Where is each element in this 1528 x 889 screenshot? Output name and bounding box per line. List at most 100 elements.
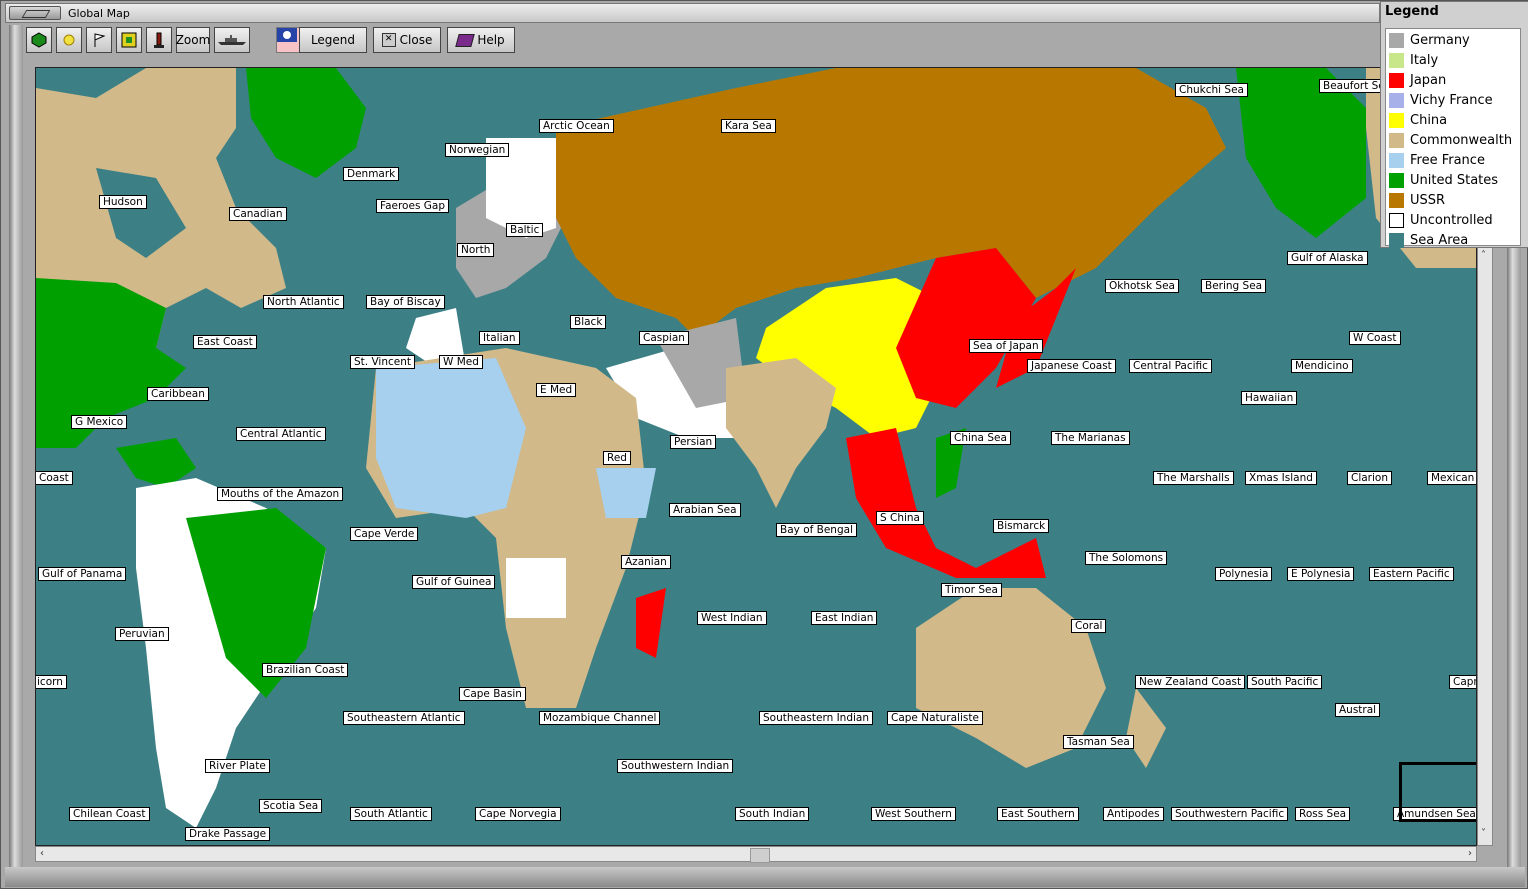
hex-button[interactable] <box>26 27 52 53</box>
map-label[interactable]: Bering Sea <box>1201 279 1267 293</box>
map-label[interactable]: Bay of Bengal <box>776 523 857 537</box>
map-label[interactable]: West Southern <box>871 807 956 821</box>
map-label[interactable]: Gulf of Guinea <box>412 575 496 589</box>
map-label[interactable]: W Med <box>439 355 483 369</box>
map-label[interactable]: North Atlantic <box>263 295 344 309</box>
map-label[interactable]: East Indian <box>811 611 878 625</box>
map-label[interactable]: Hudson <box>99 195 147 209</box>
map-label[interactable]: W Coast <box>1349 331 1401 345</box>
close-button[interactable]: ✕ Close <box>373 27 441 53</box>
map-label[interactable]: Chilean Coast <box>69 807 150 821</box>
map-label[interactable]: Arabian Sea <box>669 503 741 517</box>
map-label[interactable]: South Indian <box>735 807 810 821</box>
scroll-left-icon[interactable]: ‹ <box>40 848 44 859</box>
map-label[interactable]: Capr <box>1449 675 1476 689</box>
map-label[interactable]: Bismarck <box>993 519 1050 533</box>
system-menu-button[interactable] <box>9 6 61 20</box>
map-label[interactable]: Timor Sea <box>941 583 1002 597</box>
map-label[interactable]: Southwestern Indian <box>617 759 734 773</box>
map-label[interactable]: Drake Passage <box>185 827 271 841</box>
map-label[interactable]: Norwegian <box>445 143 510 157</box>
map-label[interactable]: Gulf of Panama <box>38 567 127 581</box>
map-label[interactable]: Azanian <box>621 555 671 569</box>
map-label[interactable]: Southwestern Pacific <box>1171 807 1289 821</box>
map-label[interactable]: Cape Norvegia <box>475 807 561 821</box>
map-label[interactable]: New Zealand Coast <box>1135 675 1246 689</box>
map-label[interactable]: Cape Verde <box>350 527 419 541</box>
map-label[interactable]: North <box>457 243 495 257</box>
map-label[interactable]: East Coast <box>193 335 257 349</box>
map-label[interactable]: Caribbean <box>147 387 209 401</box>
map-label[interactable]: Mendicino <box>1291 359 1353 373</box>
map-label[interactable]: Red <box>603 451 631 465</box>
map-label[interactable]: Polynesia <box>1215 567 1273 581</box>
bomb-button[interactable] <box>146 27 172 53</box>
map-label[interactable]: Tasman Sea <box>1063 735 1134 749</box>
map-label[interactable]: Gulf of Alaska <box>1287 251 1368 265</box>
map-label[interactable]: Canadian <box>229 207 287 221</box>
map-label[interactable]: Clarion <box>1347 471 1392 485</box>
scroll-right-icon[interactable]: › <box>1468 848 1472 859</box>
map-label[interactable]: Scotia Sea <box>259 799 323 813</box>
flag-button[interactable] <box>86 27 112 53</box>
map-label[interactable]: Central Atlantic <box>236 427 326 441</box>
map-label[interactable]: Persian <box>670 435 717 449</box>
map-label[interactable]: Central Pacific <box>1129 359 1212 373</box>
map-label[interactable]: Denmark <box>343 167 400 181</box>
map-label[interactable]: E Polynesia <box>1287 567 1355 581</box>
map-label[interactable]: E Med <box>536 383 577 397</box>
map-label[interactable]: China Sea <box>950 431 1011 445</box>
legend-button[interactable]: Legend <box>299 27 367 53</box>
map-label[interactable]: The Solomons <box>1085 551 1168 565</box>
map-label[interactable]: River Plate <box>205 759 270 773</box>
zoom-button[interactable]: Zoom <box>176 27 210 53</box>
map-label[interactable]: Southeastern Atlantic <box>343 711 465 725</box>
map-label[interactable]: Mouths of the Amazon <box>217 487 344 501</box>
map-label[interactable]: Baltic <box>506 223 544 237</box>
map-label[interactable]: East Southern <box>997 807 1079 821</box>
target-button[interactable] <box>116 27 142 53</box>
help-button[interactable]: Help <box>447 27 515 53</box>
map-label[interactable]: S China <box>876 511 924 525</box>
map-label[interactable]: Eastern Pacific <box>1369 567 1454 581</box>
map-label[interactable]: Caspian <box>639 331 689 345</box>
map-label[interactable]: Hawaiian <box>1241 391 1298 405</box>
map-label[interactable]: The Marianas <box>1051 431 1130 445</box>
map-label[interactable]: icorn <box>36 675 67 689</box>
scroll-thumb[interactable] <box>750 848 770 863</box>
map-label[interactable]: South Atlantic <box>350 807 432 821</box>
map-label[interactable]: Sea of Japan <box>969 339 1043 353</box>
map-label[interactable]: Coral <box>1071 619 1107 633</box>
map-label[interactable]: G Mexico <box>71 415 128 429</box>
map-label[interactable]: Okhotsk Sea <box>1105 279 1179 293</box>
map-label[interactable]: Peruvian <box>115 627 169 641</box>
map-label[interactable]: Italian <box>479 331 520 345</box>
vertical-scrollbar[interactable]: ˄ ˅ <box>1477 247 1493 846</box>
horizontal-scrollbar[interactable]: ‹ › <box>35 846 1477 863</box>
map-label[interactable]: Japanese Coast <box>1027 359 1116 373</box>
map-label[interactable]: Chukchi Sea <box>1175 83 1248 97</box>
map-label[interactable]: Cape Naturaliste <box>887 711 983 725</box>
map-label[interactable]: Arctic Ocean <box>539 119 614 133</box>
map-label[interactable]: Black <box>570 315 607 329</box>
map-label[interactable]: Southeastern Indian <box>759 711 874 725</box>
map-label[interactable]: Bay of Biscay <box>366 295 445 309</box>
map-label[interactable]: South Pacific <box>1247 675 1323 689</box>
map-label[interactable]: Kara Sea <box>721 119 776 133</box>
map-label[interactable]: Austral <box>1335 703 1381 717</box>
map-label[interactable]: Mexican C <box>1427 471 1476 485</box>
map-label[interactable]: The Marshalls <box>1153 471 1234 485</box>
scroll-up-icon[interactable]: ˄ <box>1481 250 1486 261</box>
units-button[interactable] <box>56 27 82 53</box>
map-label[interactable]: Ross Sea <box>1295 807 1351 821</box>
map-label[interactable]: Antipodes <box>1103 807 1164 821</box>
map-label[interactable]: Brazilian Coast <box>262 663 349 677</box>
map-label[interactable]: St. Vincent <box>350 355 415 369</box>
map-label[interactable]: Mozambique Channel <box>539 711 661 725</box>
map-label[interactable]: Xmas Island <box>1245 471 1317 485</box>
scroll-down-icon[interactable]: ˅ <box>1481 828 1486 839</box>
world-map[interactable]: Arctic Ocean Kara Sea Chukchi Sea Beaufo… <box>35 67 1477 846</box>
map-label[interactable]: Coast <box>36 471 73 485</box>
ship-button[interactable] <box>214 27 250 53</box>
map-label[interactable]: Cape Basin <box>459 687 526 701</box>
